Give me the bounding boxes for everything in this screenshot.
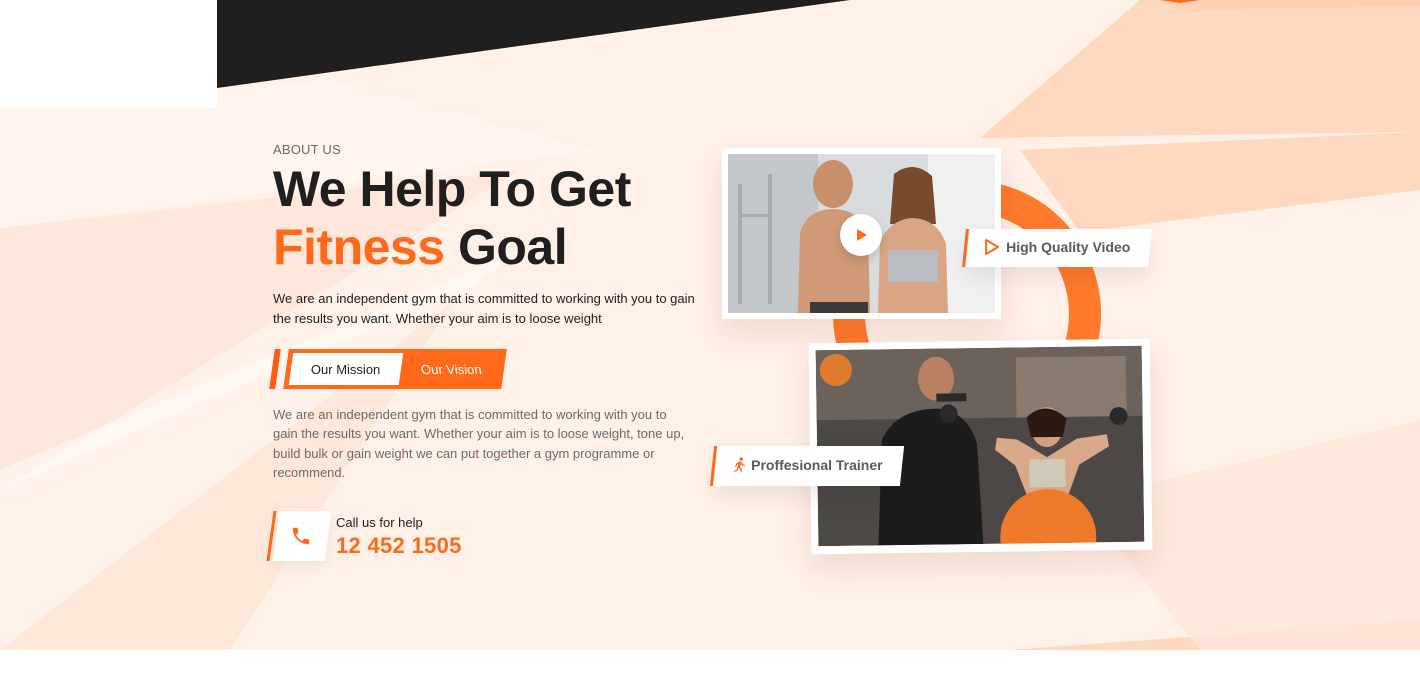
tab-our-vision-label: Our Vision [419,361,483,377]
section-bottom [0,650,1420,678]
play-video-button[interactable] [840,214,882,256]
professional-trainer-badge: Proffesional Trainer [709,446,905,486]
play-icon [857,229,867,241]
call-label: Call us for help [336,515,423,530]
high-quality-video-badge: High Quality Video [962,229,1152,267]
decorative-background [0,0,1420,650]
headline-line-1: We Help To Get [273,161,631,217]
headline-accent: Fitness [273,219,445,275]
tab-content-text: We are an independent gym that is commit… [273,407,685,480]
runner-icon [733,457,746,473]
play-outline-icon [985,239,1000,255]
intro-paragraph: We are an independent gym that is commit… [273,291,695,326]
headline-rest: Goal [457,219,568,275]
page-title: We Help To Get Fitness Goal [273,160,631,276]
video-badge-label: High Quality Video [1006,239,1131,255]
tab-accent-slash [269,349,281,389]
tab-our-mission-label: Our Mission [311,361,381,377]
phone-icon [292,527,310,545]
mission-vision-tabs: Our Mission Our Vision [269,349,510,391]
tab-our-vision[interactable]: Our Vision [405,353,497,385]
call-icon-box[interactable] [266,511,332,561]
tab-our-mission[interactable]: Our Mission [288,353,404,385]
trainer-badge-label: Proffesional Trainer [751,457,883,473]
section-eyebrow: ABOUT US [273,142,341,157]
phone-number[interactable]: 12 452 1505 [336,533,462,559]
